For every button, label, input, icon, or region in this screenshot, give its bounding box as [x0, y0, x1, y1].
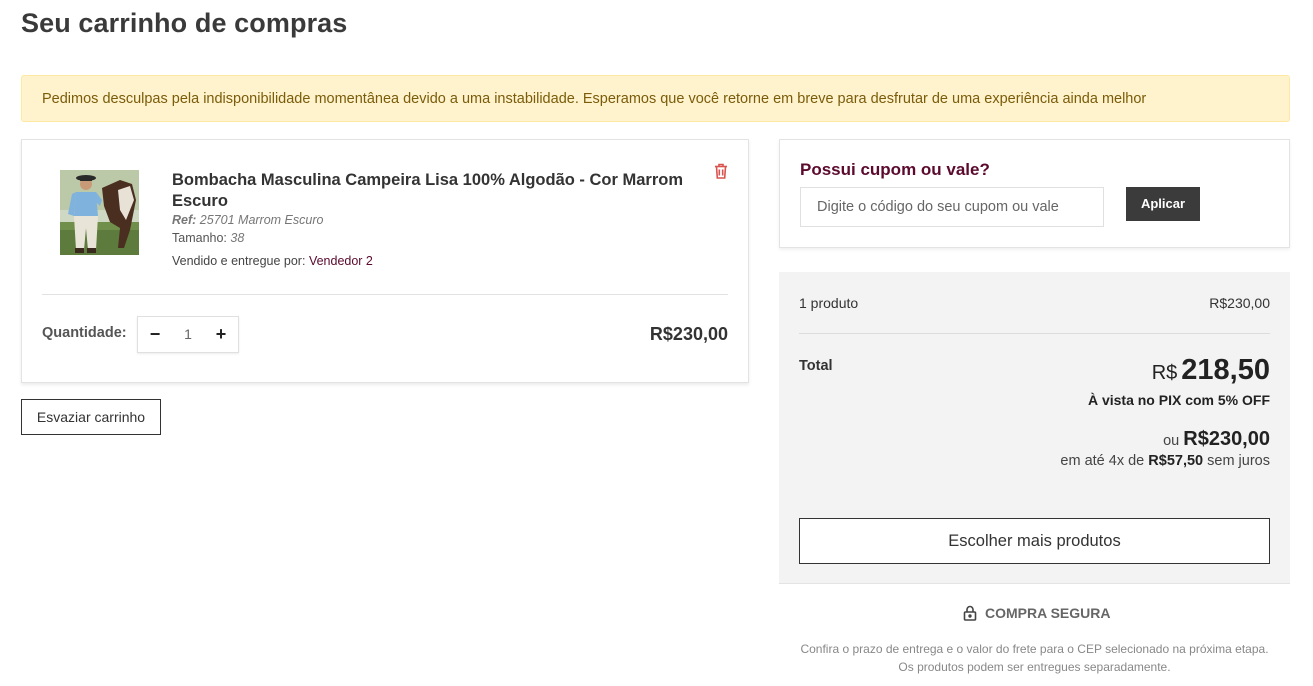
trash-icon[interactable]: [712, 162, 730, 180]
pix-total-value: 218,50: [1181, 354, 1270, 386]
total-label: Total: [799, 358, 833, 374]
subtotal-value: R$230,00: [1209, 295, 1270, 311]
item-divider: [42, 294, 728, 295]
pix-total: R$ 218,50: [1152, 354, 1270, 387]
product-count: 1 produto: [799, 295, 859, 311]
delivery-note-line2: Os produtos podem ser entregues separada…: [898, 660, 1171, 674]
installment-prefix: em até 4x de: [1060, 453, 1145, 469]
coupon-input[interactable]: [800, 187, 1104, 227]
empty-cart-button[interactable]: Esvaziar carrinho: [21, 399, 161, 435]
quantity-value[interactable]: 1: [172, 317, 204, 352]
product-image[interactable]: [60, 170, 139, 255]
seller-label: Vendido e entregue por:: [172, 254, 306, 268]
cart-item-card: Bombacha Masculina Campeira Lisa 100% Al…: [21, 139, 749, 383]
ref-label: Ref:: [172, 213, 197, 227]
or-label: ou: [1163, 433, 1180, 449]
lock-icon: [963, 605, 977, 624]
pix-note: À vista no PIX com 5% OFF: [1087, 392, 1270, 408]
apply-coupon-button[interactable]: Aplicar: [1126, 187, 1200, 221]
product-name[interactable]: Bombacha Masculina Campeira Lisa 100% Al…: [172, 170, 692, 212]
quantity-increase-button[interactable]: +: [204, 317, 238, 352]
installment-value: R$57,50: [1148, 453, 1204, 469]
installment-details: em até 4x de R$57,50 sem juros: [1060, 453, 1270, 469]
summary-divider: [799, 333, 1270, 334]
coupon-title: Possui cupom ou vale?: [800, 160, 990, 179]
item-price: R$230,00: [649, 324, 728, 344]
product-seller: Vendido e entregue por: Vendedor 2: [172, 254, 373, 268]
installment-total-value: R$230,00: [1183, 428, 1270, 450]
product-ref: Ref: 25701 Marrom Escuro: [172, 213, 323, 227]
instability-alert: Pedimos desculpas pela indisponibilidade…: [21, 75, 1290, 122]
ref-value: 25701 Marrom Escuro: [199, 213, 324, 227]
size-label: Tamanho:: [172, 231, 227, 245]
pix-currency: R$: [1151, 362, 1178, 384]
choose-more-products-button[interactable]: Escolher mais produtos: [799, 518, 1270, 564]
secure-label: COMPRA SEGURA: [985, 605, 1111, 621]
size-value: 38: [230, 231, 245, 245]
order-summary: 1 produto R$230,00 Total R$ 218,50 À vist…: [779, 272, 1290, 584]
page-title: Seu carrinho de compras: [21, 8, 348, 38]
product-size: Tamanho: 38: [172, 231, 244, 245]
installment-suffix: sem juros: [1207, 453, 1270, 469]
quantity-stepper: − 1 +: [137, 316, 239, 353]
delivery-note-line1: Confira o prazo de entrega e o valor do …: [800, 642, 1269, 656]
installment-total: ou R$230,00: [1163, 428, 1270, 451]
coupon-card: Possui cupom ou vale? Aplicar: [779, 139, 1290, 248]
secure-purchase: COMPRA SEGURA: [963, 605, 1111, 624]
delivery-note: Confira o prazo de entrega e o valor do …: [779, 640, 1290, 676]
quantity-label: Quantidade:: [42, 325, 127, 341]
quantity-decrease-button[interactable]: −: [138, 317, 172, 352]
seller-link[interactable]: Vendedor 2: [309, 254, 373, 268]
